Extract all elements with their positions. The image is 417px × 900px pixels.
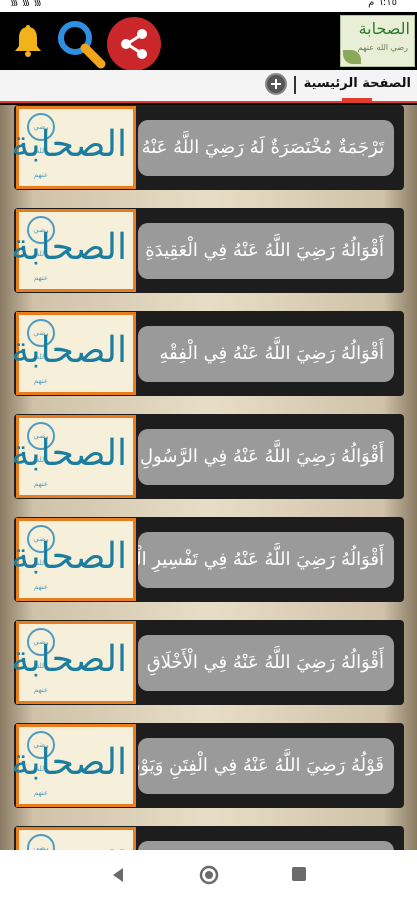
thumb-title: الصحابة [11,330,127,371]
system-nav-bar [0,850,417,900]
list-item[interactable]: رضي الله عنهم الصحابة أَقْوَالُهُ رَضِيَ… [11,208,404,293]
status-bar: ᯾ ᯾ ᯾ ٦:١٥ م [0,0,417,12]
logo-subtitle: رضي الله عنهم [357,43,408,52]
thumb-title: الصحابة [11,124,127,165]
sahaba-calligraphy-icon: رضي الله عنهم الصحابة [11,724,136,807]
leaf-icon [343,50,361,64]
status-time: ٦:١٥ م [368,0,397,8]
sahaba-calligraphy-icon: رضي الله عنهم الصحابة [11,209,136,292]
list-item-label: أَقْوَالُهُ رَضِيَ اللَّهُ عَنْهُ فِي تَ… [138,532,394,588]
top-app-bar: الصحابة رضي الله عنهم [0,12,417,71]
sahaba-calligraphy-icon: رضي الله عنهم الصحابة [11,415,136,498]
share-icon[interactable] [107,17,161,71]
sahaba-calligraphy-icon: رضي الله عنهم الصحابة [11,312,136,395]
tab-home[interactable]: الصفحة الرئيسية [304,76,411,91]
list-item-label: أَقْوَالُهُ رَضِيَ اللَّهُ عَنْهُ فِي ال… [138,635,394,691]
list-item[interactable]: رضي الله عنهم الصحابة أَقْوَالُهُ رَضِيَ… [11,414,404,499]
add-tab-icon[interactable] [265,73,287,95]
app-logo: الصحابة رضي الله عنهم [340,15,415,67]
list-item-label: أَقْوَالُهُ رَضِيَ اللَّهُ عَنْهُ فِي ال… [138,429,394,485]
thumb-title: الصحابة [11,536,127,577]
status-left-icons: ᯾ ᯾ ᯾ [10,0,42,8]
tab-divider [294,76,296,94]
thumb-title: الصحابة [11,742,127,783]
list-item[interactable]: رضي الله عنهم الصحابة تَرْجَمَةٌ مُخْتَص… [11,105,404,190]
sahaba-calligraphy-icon: رضي الله عنهم الصحابة [11,106,136,189]
back-icon[interactable] [110,867,126,883]
bell-icon[interactable] [12,24,44,58]
list-item[interactable]: رضي الله عنهم الصحابة قَوْلُهُ رَضِيَ ال… [11,723,404,808]
sahaba-calligraphy-icon: رضي الله عنهم الصحابة [11,518,136,601]
tab-active-indicator [342,98,372,101]
sahaba-calligraphy-icon: رضي الله عنهم الصحابة [11,621,136,704]
topic-list: رضي الله عنهم الصحابة تَرْجَمَةٌ مُخْتَص… [0,105,417,850]
list-item[interactable]: رضي الله عنهم الصحابة أَقْوَالُهُ رَضِيَ… [11,517,404,602]
home-icon[interactable] [199,865,219,885]
list-item[interactable]: رضي الله عنهم الصحابة أَقْوَالُهُ رَضِيَ… [11,311,404,396]
list-item-label: أَقْوَالُهُ رَضِيَ اللَّهُ عَنْهُ فِي ال… [138,223,394,279]
search-icon[interactable] [55,18,107,70]
list-item-label [138,841,394,850]
sahaba-calligraphy-icon: رضي الله عنهم الصحابة [11,827,136,850]
thumb-title: الصحابة [11,639,127,680]
list-item-label: قَوْلُهُ رَضِيَ اللَّهُ عَنْهُ فِي الْفِ… [138,738,394,794]
thumb-title: الصحابة [11,227,127,268]
list-item-label: أَقْوَالُهُ رَضِيَ اللَّهُ عَنْهُ فِي ال… [138,326,394,382]
list-item[interactable]: رضي الله عنهم الصحابة [11,826,404,850]
list-item-label: تَرْجَمَةٌ مُخْتَصَرَةٌ لَهُ رَضِيَ اللَ… [138,120,394,176]
thumb-title: الصحابة [11,433,127,474]
tab-bar: الصفحة الرئيسية [0,70,417,103]
list-item[interactable]: رضي الله عنهم الصحابة أَقْوَالُهُ رَضِيَ… [11,620,404,705]
logo-title: الصحابة [358,19,410,38]
recent-apps-icon[interactable] [292,867,306,881]
